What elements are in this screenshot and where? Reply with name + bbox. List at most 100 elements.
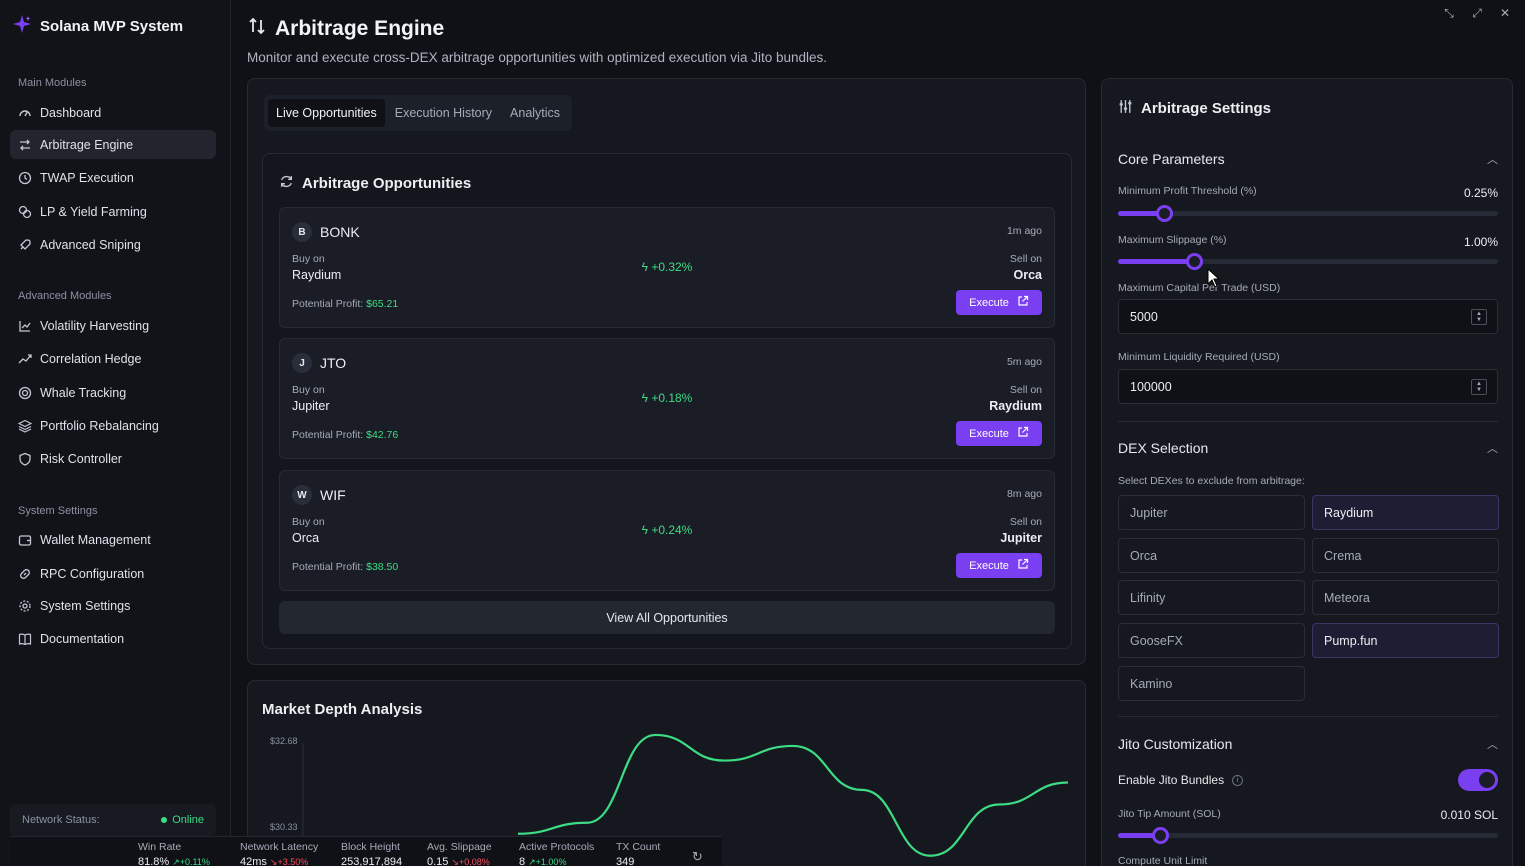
info-icon[interactable]: i: [1232, 775, 1244, 787]
min-profit-label: Minimum Profit Threshold (%): [1118, 185, 1257, 197]
sidebar-item-label: Advanced Sniping: [40, 237, 141, 252]
dex-option-lifinity[interactable]: Lifinity: [1118, 580, 1305, 615]
page-subtitle: Monitor and execute cross-DEX arbitrage …: [247, 50, 828, 65]
divider: [1118, 421, 1498, 422]
max-slippage-slider[interactable]: [1118, 253, 1498, 270]
dex-option-goosefx[interactable]: GooseFX: [1118, 623, 1305, 658]
sidebar-item-portfolio-rebalancing[interactable]: Portfolio Rebalancing: [10, 411, 216, 440]
sidebar-item-volatility-harvesting[interactable]: Volatility Harvesting: [10, 311, 216, 340]
chevron-up-icon[interactable]: ︿: [1487, 440, 1498, 456]
sidebar-item-correlation-hedge[interactable]: Correlation Hedge: [10, 344, 216, 373]
chevron-up-icon[interactable]: ︿: [1487, 151, 1498, 167]
dex-option-raydium[interactable]: Raydium: [1312, 495, 1499, 530]
sidebar-item-documentation[interactable]: Documentation: [10, 624, 216, 653]
bolt-icon: ϟ: [641, 523, 652, 537]
link-icon: [18, 567, 32, 581]
sidebar-item-wallet-management[interactable]: Wallet Management: [10, 525, 216, 554]
stat-value: 42ms ↘+3.50%: [240, 856, 318, 866]
section-label-advanced: Advanced Modules: [18, 290, 112, 302]
sidebar-item-label: RPC Configuration: [40, 566, 145, 581]
chevron-up-icon[interactable]: ︿: [1487, 736, 1498, 752]
dex-selection-header[interactable]: DEX Selection ︿: [1118, 440, 1498, 456]
stat-delta: ↘+3.50%: [269, 857, 309, 866]
brand[interactable]: Solana MVP System: [12, 14, 183, 39]
coins-icon: [18, 205, 32, 219]
dex-option-orca[interactable]: Orca: [1118, 538, 1305, 573]
opportunity-time: 1m ago: [1006, 225, 1042, 237]
min-liquidity-label: Minimum Liquidity Required (USD): [1118, 351, 1280, 363]
core-parameters-header[interactable]: Core Parameters ︿: [1118, 151, 1498, 167]
tab-execution-history[interactable]: Execution History: [387, 99, 500, 127]
number-stepper-icon[interactable]: ▲ ▼: [1471, 379, 1487, 395]
sidebar-item-system-settings[interactable]: System Settings: [10, 591, 216, 620]
view-all-opportunities-button[interactable]: View All Opportunities: [279, 601, 1055, 634]
sidebar-item-dashboard[interactable]: Dashboard: [10, 98, 216, 127]
max-capital-input[interactable]: 5000 ▲ ▼: [1118, 299, 1498, 334]
sidebar-item-arbitrage-engine[interactable]: Arbitrage Engine: [10, 130, 216, 159]
jito-tip-slider[interactable]: [1118, 827, 1498, 844]
dex-selection-hint: Select DEXes to exclude from arbitrage:: [1118, 475, 1305, 487]
opportunities-title: Arbitrage Opportunities: [279, 174, 471, 193]
maximize-icon[interactable]: ⤢: [1465, 4, 1489, 22]
slider-thumb[interactable]: [1151, 827, 1169, 844]
dex-option-jupiter[interactable]: Jupiter: [1118, 495, 1305, 530]
target-icon: [18, 386, 32, 400]
profit-label: Potential Profit:: [292, 429, 364, 441]
max-slippage-value: 1.00%: [1463, 235, 1498, 249]
sell-label: Sell on: [1009, 516, 1042, 528]
stat-value: 8 ↗+1.00%: [519, 856, 594, 866]
toggle-knob: [1479, 772, 1495, 788]
stat-value-text: 253,917,894: [341, 856, 403, 866]
execute-button[interactable]: Execute: [956, 421, 1042, 446]
stat-value: 349: [616, 856, 660, 866]
dex-option-pumpfun[interactable]: Pump.fun: [1312, 623, 1499, 658]
external-link-icon: [1017, 295, 1029, 310]
refresh-stats-icon[interactable]: ↻: [692, 849, 703, 865]
window-controls: ⤡ ⤢ ✕: [1437, 4, 1517, 22]
sidebar-item-lp-yield-farming[interactable]: LP & Yield Farming: [10, 197, 216, 226]
bolt-icon: ϟ: [641, 260, 652, 274]
sidebar-item-twap-execution[interactable]: TWAP Execution: [10, 163, 216, 192]
chart-line-icon: [18, 319, 32, 333]
dex-option-crema[interactable]: Crema: [1312, 538, 1499, 573]
potential-profit: Potential Profit: $38.50: [292, 561, 398, 573]
min-liquidity-input[interactable]: 100000 ▲ ▼: [1118, 369, 1498, 404]
stat-delta: ↘+0.08%: [451, 857, 490, 866]
stat-delta: ↗+0.11%: [172, 857, 210, 866]
token-name: WIF: [320, 487, 346, 503]
opportunity-token: B BONK: [292, 222, 360, 242]
jito-customization-header[interactable]: Jito Customization ︿: [1118, 736, 1498, 752]
slider-thumb[interactable]: [1155, 205, 1173, 222]
stat-network-latency: Network Latency 42ms ↘+3.50%: [240, 841, 318, 866]
refresh-icon[interactable]: [279, 174, 294, 193]
sell-dex: Jupiter: [1000, 531, 1042, 545]
min-liquidity-value: 100000: [1130, 379, 1172, 394]
sidebar-item-rpc-configuration[interactable]: RPC Configuration: [10, 559, 216, 588]
stat-block-height: Block Height 253,917,894: [341, 841, 402, 866]
minimize-icon[interactable]: ⤡: [1437, 4, 1461, 22]
sliders-icon: [1118, 99, 1133, 118]
sidebar-item-label: Correlation Hedge: [40, 351, 142, 366]
stat-win-rate: Win Rate 81.8% ↗+0.11%: [138, 841, 210, 866]
max-slippage-label: Maximum Slippage (%): [1118, 234, 1227, 246]
stat-avg-slippage: Avg. Slippage 0.15 ↘+0.08%: [427, 841, 492, 866]
min-profit-value: 0.25%: [1463, 186, 1498, 200]
tab-live-opportunities[interactable]: Live Opportunities: [268, 99, 385, 127]
enable-jito-toggle[interactable]: [1458, 769, 1498, 791]
execute-button[interactable]: Execute: [956, 553, 1042, 578]
sidebar-item-risk-controller[interactable]: Risk Controller: [10, 444, 216, 473]
gear-icon: [18, 599, 32, 613]
min-profit-slider[interactable]: [1118, 205, 1498, 222]
sidebar-item-advanced-sniping[interactable]: Advanced Sniping: [10, 230, 216, 259]
tab-analytics[interactable]: Analytics: [502, 99, 568, 127]
slider-thumb[interactable]: [1186, 253, 1203, 270]
close-icon[interactable]: ✕: [1493, 4, 1517, 22]
dex-option-kamino[interactable]: Kamino: [1118, 666, 1305, 701]
number-stepper-icon[interactable]: ▲ ▼: [1471, 309, 1487, 325]
jito-tip-label: Jito Tip Amount (SOL): [1118, 808, 1221, 820]
execute-button[interactable]: Execute: [956, 290, 1042, 315]
sidebar-item-whale-tracking[interactable]: Whale Tracking: [10, 378, 216, 407]
jito-customization-title: Jito Customization: [1118, 736, 1233, 752]
stat-active-protocols: Active Protocols 8 ↗+1.00%: [519, 841, 594, 866]
dex-option-meteora[interactable]: Meteora: [1312, 580, 1499, 615]
